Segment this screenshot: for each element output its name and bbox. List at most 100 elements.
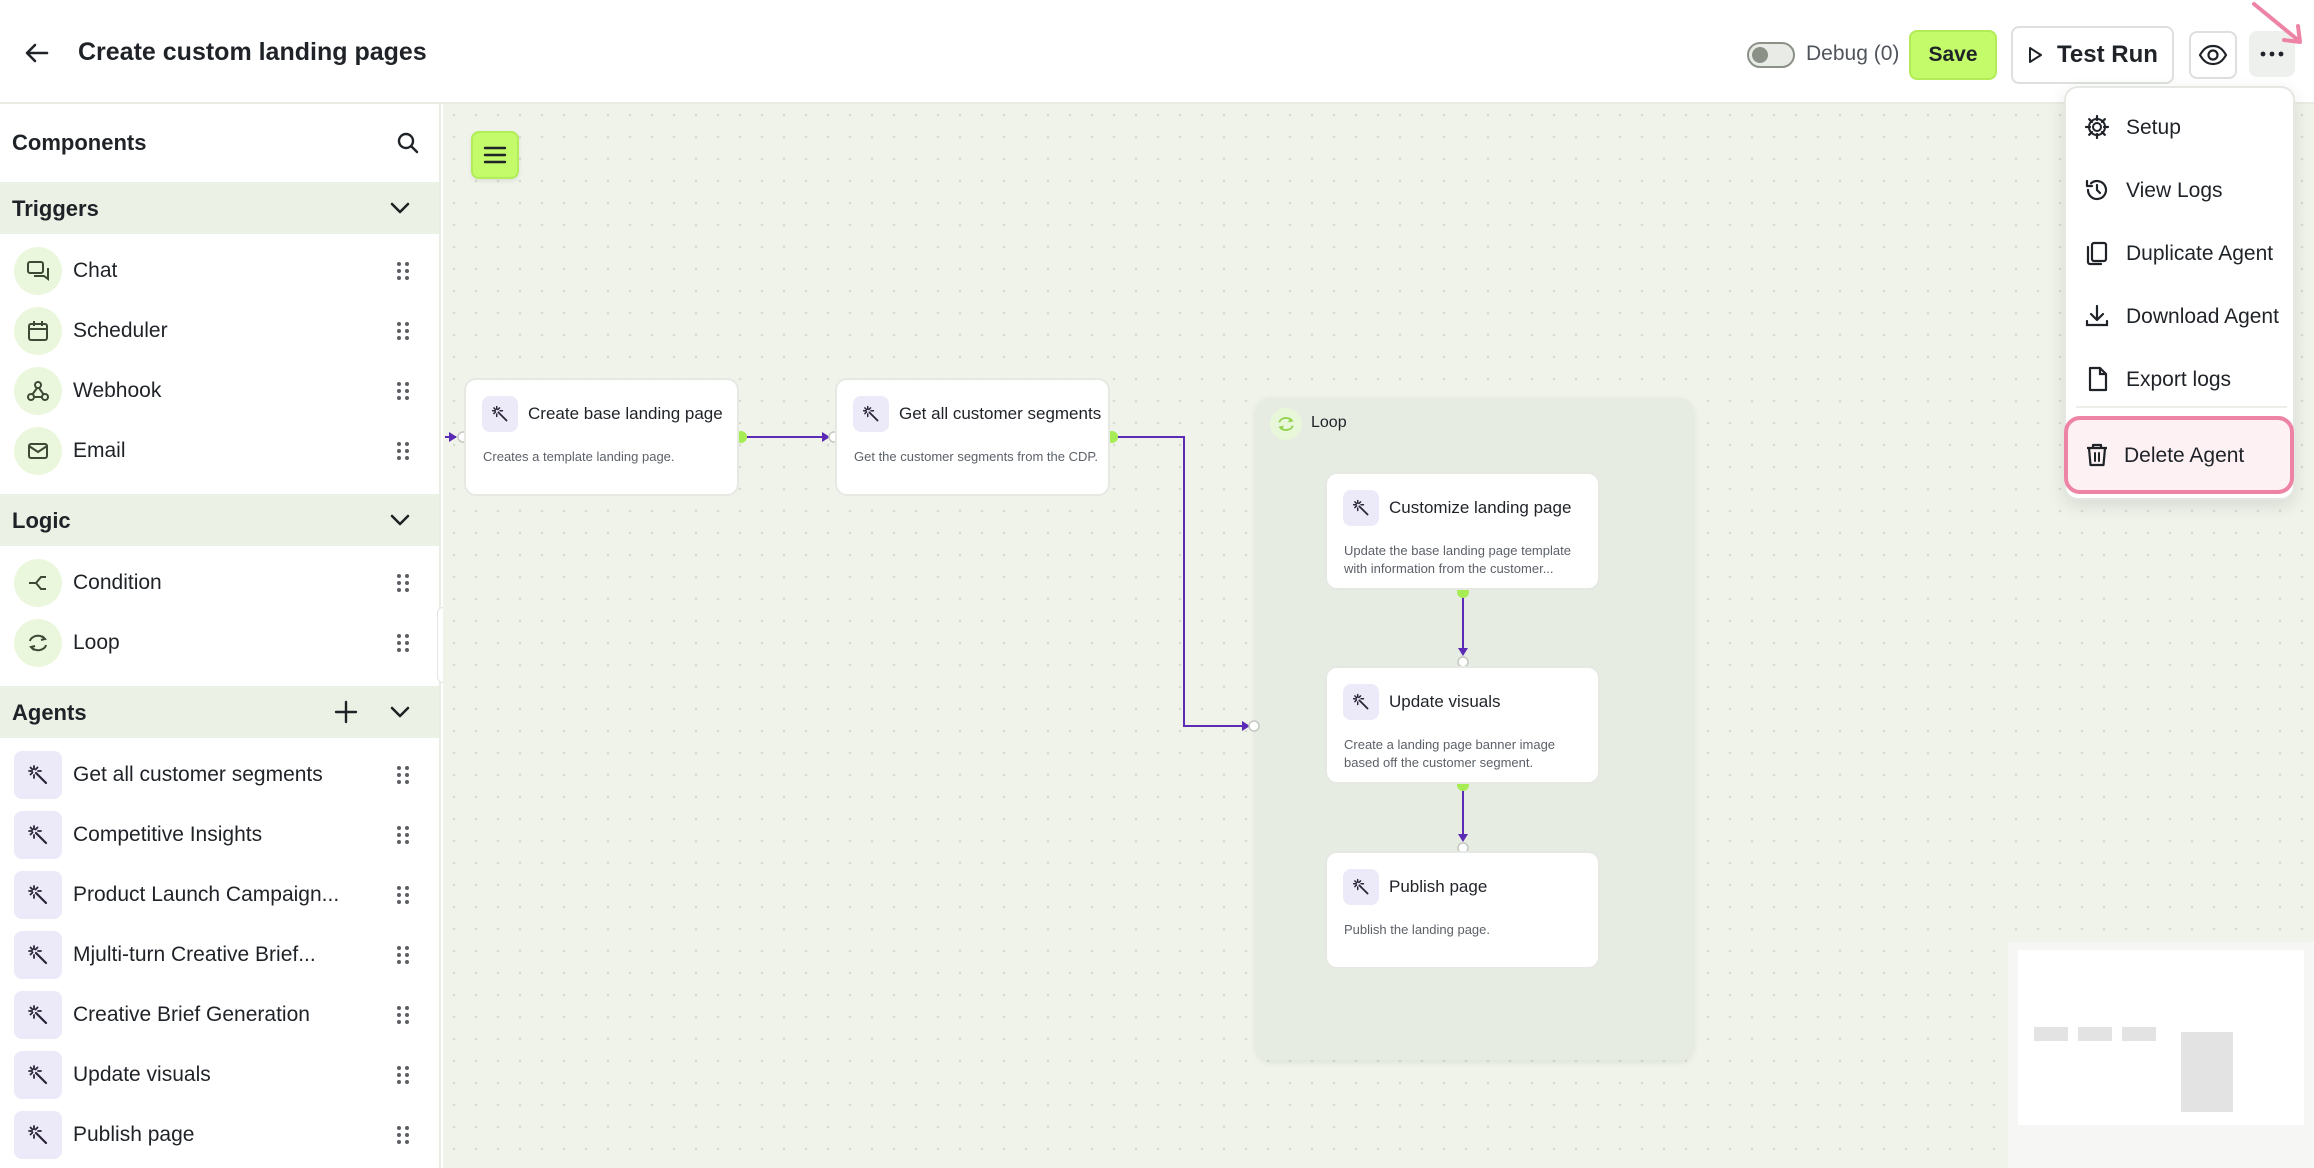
agent-node[interactable]: Update visuals Create a landing page ban… <box>1325 666 1600 784</box>
copy-icon <box>2086 241 2108 266</box>
components-sidebar: Components Triggers Chat Scheduler Webho… <box>0 104 441 1168</box>
minimap-node <box>2181 1032 2233 1112</box>
test-run-label: Test Run <box>2057 41 2158 68</box>
menu-item-duplicate[interactable]: Duplicate Agent <box>2066 225 2297 281</box>
menu-item-view-logs[interactable]: View Logs <box>2066 162 2297 218</box>
menu-item-label: Setup <box>2126 116 2181 139</box>
minimap-node <box>2034 1027 2068 1041</box>
minimap-node <box>2122 1027 2156 1041</box>
section-agents[interactable]: Agents <box>0 686 439 738</box>
drag-handle-icon[interactable] <box>393 1123 413 1147</box>
node-description: Publish the landing page. <box>1344 922 1491 937</box>
chevron-down-icon[interactable] <box>388 196 412 220</box>
item-label: Update visuals <box>73 1063 211 1086</box>
gear-icon <box>2084 114 2110 140</box>
calendar-icon <box>14 307 62 355</box>
section-logic[interactable]: Logic <box>0 494 439 546</box>
agent-node[interactable]: Create base landing page Creates a templ… <box>464 378 739 496</box>
item-label: Product Launch Campaign... <box>73 883 340 906</box>
debug-toggle[interactable] <box>1747 42 1795 68</box>
item-label: Get all customer segments <box>73 763 323 786</box>
more-horizontal-icon <box>2260 51 2284 57</box>
plus-icon[interactable] <box>333 699 359 725</box>
logic-loop[interactable]: Loop <box>0 613 439 673</box>
trigger-webhook[interactable]: Webhook <box>0 361 439 421</box>
save-button[interactable]: Save <box>1909 30 1997 80</box>
menu-item-label: Export logs <box>2126 368 2232 391</box>
drag-handle-icon[interactable] <box>393 379 413 403</box>
drag-handle-icon[interactable] <box>393 631 413 655</box>
item-label: Mjulti-turn Creative Brief... <box>73 943 316 966</box>
menu-item-label: Delete Agent <box>2124 444 2245 467</box>
file-icon <box>2088 366 2108 392</box>
section-triggers[interactable]: Triggers <box>0 182 439 234</box>
loop-icon <box>14 619 62 667</box>
logic-condition[interactable]: Condition <box>0 553 439 613</box>
agent-item[interactable]: Get all customer segments <box>0 745 439 805</box>
search-icon[interactable] <box>395 130 421 156</box>
agent-node[interactable]: Publish page Publish the landing page. <box>1325 851 1600 969</box>
node-title: Customize landing page <box>1389 498 1572 517</box>
drag-handle-icon[interactable] <box>393 319 413 343</box>
debug-label: Debug (0) <box>1806 42 1900 65</box>
magic-wand-icon <box>14 751 62 799</box>
magic-wand-icon <box>14 811 62 859</box>
agent-item[interactable]: Mjulti-turn Creative Brief... <box>0 925 439 985</box>
drag-handle-icon[interactable] <box>393 1003 413 1027</box>
section-label: Agents <box>12 700 87 725</box>
drag-handle-icon[interactable] <box>393 823 413 847</box>
trigger-scheduler[interactable]: Scheduler <box>0 301 439 361</box>
magic-wand-icon <box>14 991 62 1039</box>
drag-handle-icon[interactable] <box>393 1063 413 1087</box>
mail-icon <box>14 427 62 475</box>
magic-wand-icon <box>14 1111 62 1159</box>
back-arrow-icon[interactable] <box>20 36 54 70</box>
chevron-down-icon[interactable] <box>388 700 412 724</box>
components-header: Components <box>0 104 439 180</box>
drag-handle-icon[interactable] <box>393 259 413 283</box>
magic-wand-icon <box>1343 684 1379 720</box>
trash-icon <box>2087 443 2107 467</box>
node-title: Update visuals <box>1389 692 1501 711</box>
agent-item[interactable]: Product Launch Campaign... <box>0 865 439 925</box>
test-run-button[interactable]: Test Run <box>2011 26 2174 84</box>
node-description: Create a landing page banner image based… <box>1344 737 1556 770</box>
item-label: Creative Brief Generation <box>73 1003 310 1026</box>
menu-item-download[interactable]: Download Agent <box>2066 288 2297 344</box>
agent-item[interactable]: Competitive Insights <box>0 805 439 865</box>
trigger-chat[interactable]: Chat <box>0 241 439 301</box>
item-label: Scheduler <box>73 319 168 342</box>
drag-handle-icon[interactable] <box>393 943 413 967</box>
agent-node[interactable]: Customize landing page Update the base l… <box>1325 472 1600 590</box>
webhook-icon <box>14 367 62 415</box>
agent-node[interactable]: Get all customer segments Get the custom… <box>835 378 1110 496</box>
chevron-down-icon[interactable] <box>388 508 412 532</box>
magic-wand-icon <box>14 1051 62 1099</box>
magic-wand-icon <box>1343 490 1379 526</box>
download-icon <box>2085 304 2109 327</box>
canvas-menu-button[interactable] <box>471 131 519 179</box>
agent-item[interactable]: Creative Brief Generation <box>0 985 439 1045</box>
menu-item-setup[interactable]: Setup <box>2066 99 2297 155</box>
section-label: Triggers <box>12 196 99 221</box>
drag-handle-icon[interactable] <box>393 763 413 787</box>
history-icon <box>2085 179 2108 201</box>
drag-handle-icon[interactable] <box>393 439 413 463</box>
minimap-node <box>2078 1027 2112 1041</box>
magic-wand-icon <box>14 931 62 979</box>
item-label: Webhook <box>73 379 162 402</box>
node-description: Update the base landing page template wi… <box>1344 543 1571 576</box>
canvas-minimap[interactable] <box>2008 942 2314 1168</box>
menu-item-delete-agent[interactable]: Delete Agent <box>2064 416 2294 494</box>
agent-item[interactable]: Publish page <box>0 1105 439 1165</box>
menu-item-export-logs[interactable]: Export logs <box>2066 351 2297 407</box>
agent-item[interactable]: Update visuals <box>0 1045 439 1105</box>
trigger-email[interactable]: Email <box>0 421 439 481</box>
drag-handle-icon[interactable] <box>393 883 413 907</box>
item-label: Competitive Insights <box>73 823 263 846</box>
menu-item-label: Download Agent <box>2126 305 2279 328</box>
node-description: Creates a template landing page. <box>483 449 675 464</box>
minimap-viewport <box>2018 950 2304 1125</box>
drag-handle-icon[interactable] <box>393 571 413 595</box>
preview-button[interactable] <box>2189 31 2237 79</box>
